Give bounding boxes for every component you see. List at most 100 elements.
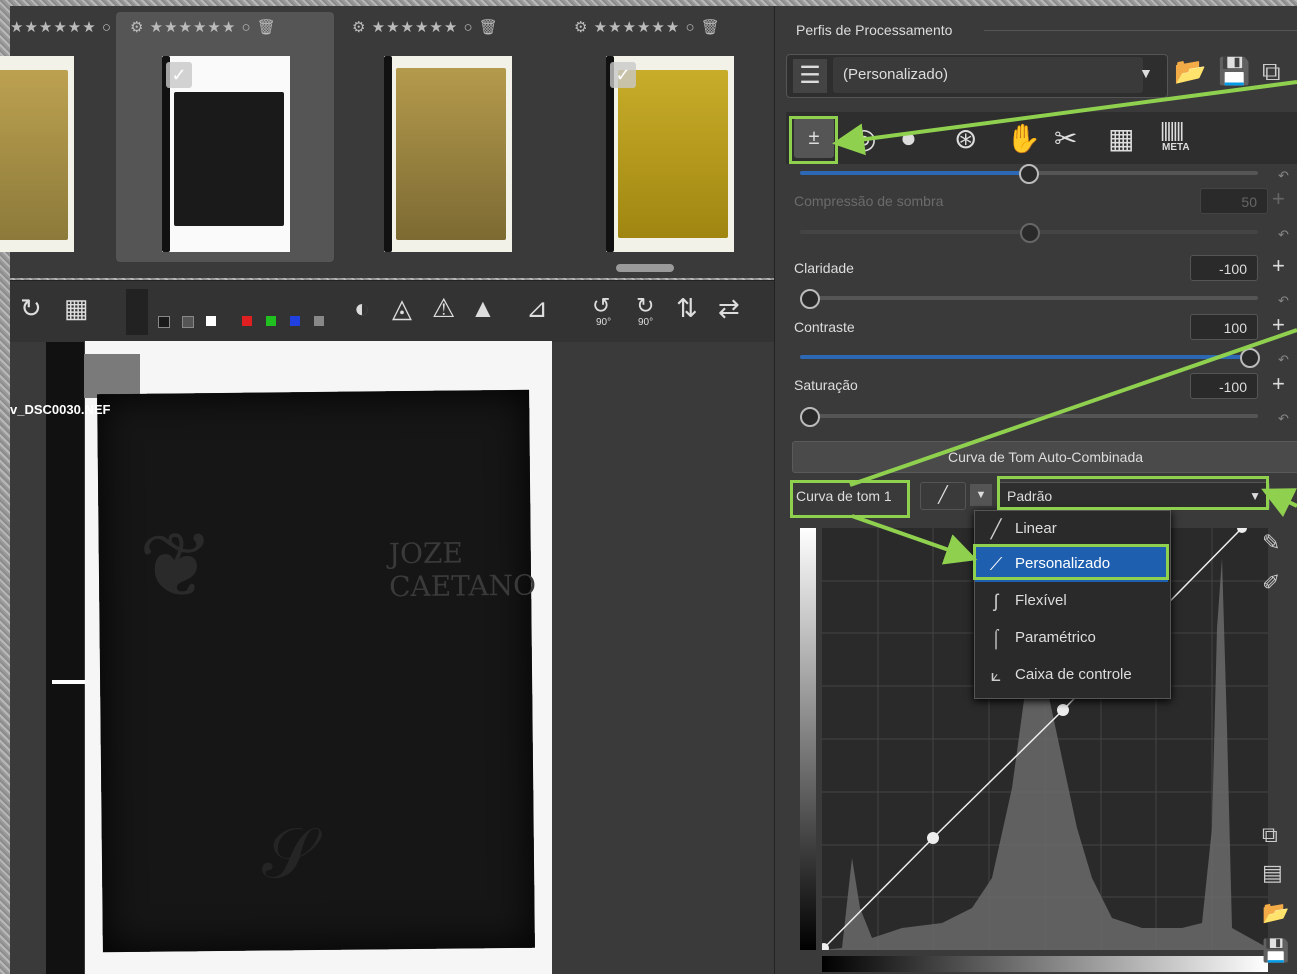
slider-knob[interactable]	[1019, 164, 1039, 184]
blue-channel-icon[interactable]	[290, 316, 300, 326]
bg-black-swatch[interactable]	[158, 316, 170, 328]
copy-icon[interactable]: ⧉	[1262, 56, 1281, 88]
paste-curve-icon[interactable]: ▤	[1262, 860, 1283, 886]
slider-knob[interactable]	[1240, 348, 1260, 368]
clarity-input[interactable]: -100	[1190, 255, 1258, 281]
profile-selector[interactable]: ☰ (Personalizado) ▼	[786, 54, 1168, 98]
trash-icon[interactable]: 🗑	[257, 19, 277, 36]
thumbnail[interactable]: ★★★★★★ ○ 🗑	[0, 12, 136, 262]
detail-tab-icon[interactable]: ◎	[852, 122, 876, 155]
saturation-slider[interactable]	[808, 414, 1258, 418]
bg-gray-swatch[interactable]	[182, 316, 194, 328]
check-icon[interactable]: ✓	[166, 62, 192, 88]
rotate-icon[interactable]: ↻	[20, 293, 42, 324]
reset-icon[interactable]: ↶	[1278, 411, 1289, 427]
flip-horizontal-icon[interactable]: ⇄	[718, 293, 740, 324]
highlight-warning-icon[interactable]: ▲	[470, 293, 496, 324]
transform-tab-icon[interactable]: ✂	[1054, 122, 1077, 155]
thumbnail[interactable]: ⚙ ★★★★★★ ○ 🗑 ✓	[560, 12, 778, 262]
tool-tabs: ± ◎ ● ⊛ ✋ ✂ ▦ ||||||| META	[786, 112, 1297, 164]
focus-mask-icon[interactable]: ◐	[354, 293, 370, 324]
raw-tab-icon[interactable]: ▦	[1108, 122, 1134, 155]
circle-icon[interactable]: ○	[463, 19, 473, 36]
thumbnail-image	[0, 56, 74, 252]
profile-list-icon: ☰	[793, 59, 827, 93]
flip-vertical-icon[interactable]: ⇅	[676, 293, 698, 324]
document-flourish: ❦	[138, 513, 215, 619]
star-icon[interactable]: ★★★★★★	[372, 19, 459, 36]
gear-icon[interactable]: ⚙	[130, 19, 144, 36]
slider-knob[interactable]	[800, 289, 820, 309]
star-icon[interactable]: ★★★★★★	[10, 19, 97, 36]
check-icon[interactable]: ✓	[610, 62, 636, 88]
trash-icon[interactable]: 🗑	[479, 19, 499, 36]
curve-type-dropdown[interactable]: ╱ Linear ⟋ Personalizado ʃ Flexível ⌠ Pa…	[974, 510, 1171, 699]
barcode-icon: |||||||	[1160, 120, 1184, 142]
pick-point-icon[interactable]: ✐	[1262, 570, 1280, 596]
filmstrip[interactable]: ★★★★★★ ○ 🗑 ⚙ ★★★★★★ ○ 🗑 ✓ ⚙ ★★★★★★ ○ 🗑	[0, 6, 774, 278]
slider-knob[interactable]	[800, 407, 820, 427]
reset-icon[interactable]: ↶	[1278, 293, 1289, 309]
document-text: JOZE CAETANO	[388, 536, 537, 604]
gear-icon[interactable]: ⚙	[574, 19, 588, 36]
meta-tab-label[interactable]: META	[1162, 142, 1190, 153]
rotate-right-icon[interactable]: ↻	[636, 293, 654, 319]
thumbnail-selected[interactable]: ⚙ ★★★★★★ ○ 🗑 ✓	[116, 12, 334, 262]
annotation-highlight	[789, 116, 838, 164]
red-channel-icon[interactable]	[242, 316, 252, 326]
circle-icon[interactable]: ○	[241, 19, 251, 36]
dropdown-item-linear[interactable]: ╱ Linear	[975, 511, 1168, 547]
straighten-icon[interactable]: ⊿	[526, 293, 548, 324]
dropdown-item-flexible[interactable]: ʃ Flexível	[975, 583, 1168, 619]
shadow-clip-icon[interactable]: ◬	[392, 293, 412, 324]
auto-matched-curve-button[interactable]: Curva de Tom Auto-Combinada	[792, 441, 1297, 473]
preview-border	[46, 342, 84, 974]
rotate-left-icon[interactable]: ↺	[592, 293, 610, 319]
save-icon[interactable]: 💾	[1218, 56, 1250, 87]
dropdown-item-parametric[interactable]: ⌠ Paramétrico	[975, 620, 1168, 656]
filmstrip-scrollbar[interactable]	[616, 264, 674, 272]
color-tab-icon[interactable]: ●	[900, 122, 917, 154]
advanced-tab-icon[interactable]: ⊛	[954, 122, 977, 155]
contrast-input[interactable]: 100	[1190, 314, 1258, 340]
shadow-compression-input[interactable]: 50	[1200, 188, 1268, 214]
luminance-icon[interactable]	[314, 316, 324, 326]
plus-icon[interactable]: +	[1272, 371, 1285, 397]
reset-icon[interactable]: ↶	[1278, 168, 1289, 184]
green-channel-icon[interactable]	[266, 316, 276, 326]
input-gradient	[822, 956, 1268, 972]
star-icon[interactable]: ★★★★★★	[150, 19, 237, 36]
circle-icon[interactable]: ○	[685, 19, 695, 36]
folder-icon[interactable]: 📂	[1262, 900, 1289, 926]
clarity-slider[interactable]	[808, 296, 1258, 300]
thumbnail-image	[384, 56, 512, 252]
bg-white-swatch[interactable]	[206, 316, 216, 326]
dropdown-item-control-cage[interactable]: ⟀ Caixa de controle	[975, 657, 1168, 693]
control-cage-icon: ⟀	[990, 665, 1002, 685]
warning-icon[interactable]: ⚠	[432, 293, 455, 324]
copy-curve-icon[interactable]: ⧉	[1262, 822, 1278, 848]
profile-section-title: Perfis de Processamento	[796, 22, 953, 38]
local-tab-icon[interactable]: ✋	[1006, 122, 1041, 155]
linear-icon: ╱	[990, 519, 1002, 539]
chevron-down-icon[interactable]: ▼	[970, 484, 992, 506]
curve-point[interactable]	[927, 832, 939, 844]
chevron-down-icon: ▼	[1139, 65, 1153, 81]
curve-type-icon[interactable]: ╱	[920, 482, 966, 510]
save-icon[interactable]: 💾	[1262, 938, 1289, 964]
thumbnail[interactable]: ⚙ ★★★★★★ ○ 🗑	[338, 12, 556, 262]
curve-point[interactable]	[1057, 704, 1069, 716]
circle-icon[interactable]: ○	[102, 19, 112, 36]
star-icon[interactable]: ★★★★★★	[594, 19, 681, 36]
gear-icon[interactable]: ⚙	[352, 19, 366, 36]
folder-icon[interactable]: 📂	[1174, 56, 1206, 87]
trash-icon[interactable]: 🗑	[701, 19, 721, 36]
plus-icon[interactable]: +	[1272, 312, 1285, 338]
reset-icon[interactable]: ↶	[1278, 227, 1289, 243]
grid-icon[interactable]: ▦	[64, 293, 89, 324]
edit-point-icon[interactable]: ✎	[1262, 530, 1280, 556]
saturation-input[interactable]: -100	[1190, 373, 1258, 399]
plus-icon[interactable]: +	[1272, 253, 1285, 279]
slider-knob[interactable]	[1020, 223, 1040, 243]
reset-icon[interactable]: ↶	[1278, 352, 1289, 368]
